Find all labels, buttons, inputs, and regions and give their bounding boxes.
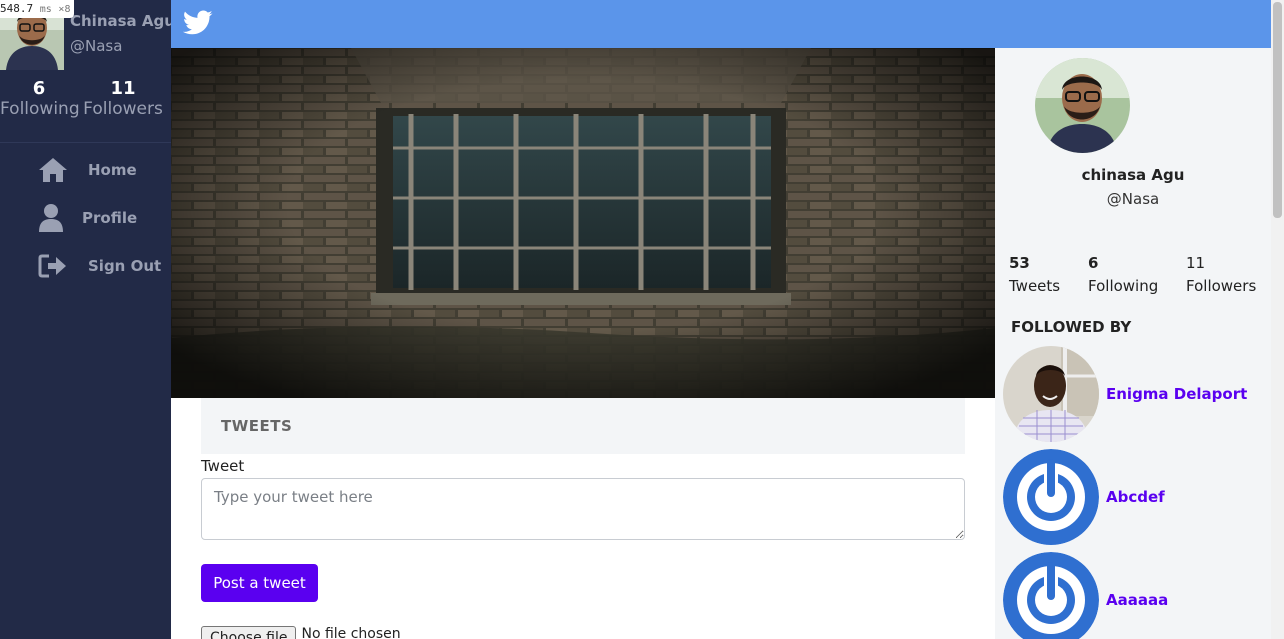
tweets-stat[interactable]: 53 Tweets (1009, 254, 1060, 295)
top-bar (171, 0, 1271, 48)
home-icon (38, 154, 72, 186)
sign-out-icon (38, 250, 72, 282)
tweets-section-header: TWEETS (201, 398, 965, 454)
tweet-label: Tweet (201, 457, 245, 475)
perf-value: 548.7 (0, 2, 34, 15)
power-icon[interactable] (1003, 552, 1099, 639)
sidebar-item-signout[interactable]: Sign Out (38, 248, 168, 284)
sidebar-followers-stat[interactable]: 11 Followers (78, 78, 168, 119)
followers-label: Followers (1186, 277, 1257, 295)
follower-name[interactable]: Aaaaaa (1106, 591, 1168, 609)
tweet-input[interactable] (201, 478, 965, 540)
page-scrollbar[interactable] (1271, 0, 1284, 639)
sidebar-item-profile[interactable]: Profile (38, 200, 168, 236)
power-icon[interactable] (1003, 449, 1099, 545)
following-count: 6 (1088, 254, 1099, 272)
tweets-label: Tweets (1009, 277, 1061, 295)
followers-count: 11 (1186, 254, 1206, 272)
sidebar-item-label: Sign Out (88, 257, 162, 275)
cover-image (171, 48, 995, 398)
followed-by-title: FOLLOWED BY (1011, 318, 1132, 336)
scrollbar-thumb[interactable] (1273, 2, 1282, 218)
profile-handle: @Nasa (1106, 190, 1160, 208)
post-tweet-button[interactable]: Post a tweet (201, 564, 318, 602)
follower-item[interactable]: Abcdef (1003, 449, 1263, 545)
sidebar-following-stat[interactable]: 6 Following (0, 78, 80, 119)
profile-avatar[interactable] (1035, 58, 1130, 153)
user-icon (38, 202, 72, 234)
follower-item[interactable]: Enigma Delaport (1003, 346, 1263, 442)
sidebar-item-label: Profile (82, 209, 138, 227)
sidebar-user-name: Chinasa Agu (70, 12, 175, 30)
twitter-bird-icon[interactable] (182, 10, 213, 36)
sidebar-stats: 6 Following 11 Followers (0, 78, 171, 128)
follower-item[interactable]: Aaaaaa (1003, 552, 1263, 639)
profile-name: chinasa Agu (1081, 166, 1185, 184)
perf-overlay: 548.7 ms ×8 (0, 0, 75, 18)
sidebar-followers-label: Followers (83, 99, 163, 119)
sidebar-item-home[interactable]: Home (38, 152, 168, 188)
file-status: No file chosen (301, 626, 401, 639)
perf-unit: ms (39, 4, 52, 15)
sidebar-divider (0, 142, 171, 143)
perf-multiplier: ×8 (58, 4, 71, 15)
sidebar-followers-count: 11 (110, 78, 136, 99)
file-input: Choose file No file chosen (201, 626, 401, 639)
left-sidebar: Chinasa Agu @Nasa 6 Following 11 Followe… (0, 0, 175, 639)
following-label: Following (1088, 277, 1159, 295)
following-stat[interactable]: 6 Following (1088, 254, 1158, 295)
follower-name[interactable]: Enigma Delaport (1106, 385, 1247, 403)
profile-panel: chinasa Agu @Nasa 53 Tweets 6 Following … (995, 48, 1271, 639)
sidebar-following-label: Following (0, 99, 80, 119)
follower-avatar[interactable] (1003, 346, 1099, 442)
followers-stat[interactable]: 11 Followers (1186, 254, 1256, 295)
sidebar-following-count: 6 (32, 78, 46, 99)
choose-file-button[interactable]: Choose file (201, 626, 297, 639)
tweets-count: 53 (1009, 254, 1030, 272)
follower-name[interactable]: Abcdef (1106, 488, 1165, 506)
sidebar-item-label: Home (88, 161, 137, 179)
sidebar-user-handle: @Nasa (70, 37, 123, 55)
